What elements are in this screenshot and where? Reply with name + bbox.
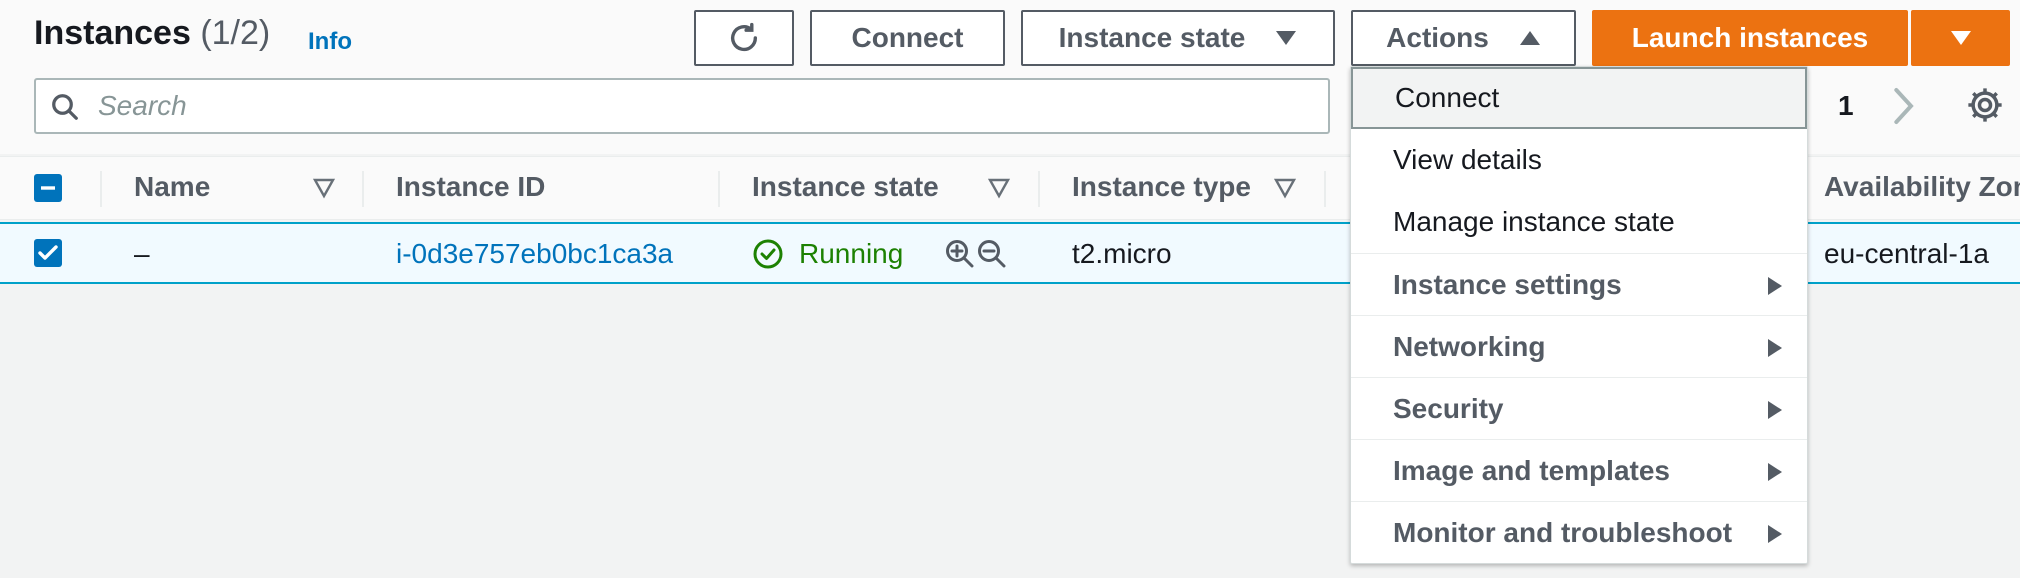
select-all-checkbox[interactable] <box>34 174 62 202</box>
checkmark-icon <box>38 245 58 260</box>
launch-options-button[interactable] <box>1911 10 2010 66</box>
menu-item-instance-settings[interactable]: Instance settings <box>1351 253 1807 315</box>
actions-dropdown-menu: Connect View details Manage instance sta… <box>1350 66 1808 564</box>
connect-button[interactable]: Connect <box>810 10 1005 66</box>
cell-name: – <box>134 238 150 269</box>
menu-item-security[interactable]: Security <box>1351 377 1807 439</box>
sort-icon[interactable] <box>313 177 335 199</box>
menu-item-connect[interactable]: Connect <box>1351 67 1807 129</box>
column-header-instance-type[interactable]: Instance type <box>1072 171 1251 203</box>
instance-state-button-label: Instance state <box>1058 22 1246 53</box>
column-separator <box>362 171 364 207</box>
submenu-caret-icon <box>1768 525 1782 543</box>
indeterminate-icon <box>41 186 55 190</box>
info-link[interactable]: Info <box>308 28 352 56</box>
cell-instance-type: t2.micro <box>1072 238 1172 269</box>
zoom-in-icon[interactable] <box>944 238 976 270</box>
column-separator <box>100 171 102 207</box>
column-header-name[interactable]: Name <box>134 171 210 203</box>
page-number[interactable]: 1 <box>1838 90 1854 122</box>
column-header-instance-id[interactable]: Instance ID <box>396 171 545 203</box>
refresh-icon <box>730 22 758 52</box>
column-header-instance-state[interactable]: Instance state <box>752 171 939 203</box>
menu-item-label: Security <box>1393 392 1504 424</box>
menu-item-label: Connect <box>1395 82 1500 113</box>
zoom-out-icon[interactable] <box>976 238 1008 270</box>
search-icon <box>52 94 78 120</box>
caret-down-icon <box>1950 31 1971 45</box>
sort-icon[interactable] <box>988 177 1010 199</box>
caret-up-icon <box>1519 31 1540 45</box>
cell-instance-state: Running <box>799 238 904 269</box>
actions-button-label: Actions <box>1386 22 1489 53</box>
cell-instance-id[interactable]: i-0d3e757eb0bc1ca3a <box>396 238 673 270</box>
chevron-right-icon[interactable] <box>1888 86 1918 126</box>
column-header-availability-zone[interactable]: Availability Zone <box>1824 171 2020 203</box>
column-separator <box>718 171 720 207</box>
menu-item-label: Monitor and troubleshoot <box>1393 516 1733 548</box>
menu-item-label: Manage instance state <box>1393 206 1675 237</box>
submenu-caret-icon <box>1768 339 1782 357</box>
column-separator <box>1324 171 1326 207</box>
menu-item-networking[interactable]: Networking <box>1351 315 1807 377</box>
submenu-caret-icon <box>1768 277 1782 295</box>
menu-item-label: View details <box>1393 144 1542 175</box>
page-title: Instances (1/2) <box>34 14 270 53</box>
search-input[interactable] <box>98 86 1298 126</box>
menu-item-image-and-templates[interactable]: Image and templates <box>1351 439 1807 501</box>
submenu-caret-icon <box>1768 463 1782 481</box>
check-circle-icon <box>753 239 783 269</box>
caret-down-icon <box>1276 31 1297 45</box>
menu-item-label: Instance settings <box>1393 268 1622 300</box>
search-box[interactable] <box>34 78 1330 134</box>
menu-item-label: Networking <box>1393 330 1546 362</box>
selection-count: (1/2) <box>200 14 271 52</box>
actions-button[interactable]: Actions <box>1351 10 1576 66</box>
refresh-button[interactable] <box>694 10 794 66</box>
menu-item-label: Image and templates <box>1393 454 1670 486</box>
cell-availability-zone: eu-central-1a <box>1824 238 1989 269</box>
submenu-caret-icon <box>1768 401 1782 419</box>
menu-item-manage-instance-state[interactable]: Manage instance state <box>1351 191 1807 253</box>
sort-icon[interactable] <box>1274 177 1296 199</box>
menu-item-view-details[interactable]: View details <box>1351 129 1807 191</box>
instance-state-button[interactable]: Instance state <box>1021 10 1335 66</box>
gear-icon[interactable] <box>1966 86 2004 124</box>
menu-item-monitor-and-troubleshoot[interactable]: Monitor and troubleshoot <box>1351 501 1807 563</box>
page-title-text: Instances <box>34 14 191 52</box>
row-checkbox[interactable] <box>34 239 62 267</box>
launch-instances-button[interactable]: Launch instances <box>1592 10 1908 66</box>
column-separator <box>1038 171 1040 207</box>
